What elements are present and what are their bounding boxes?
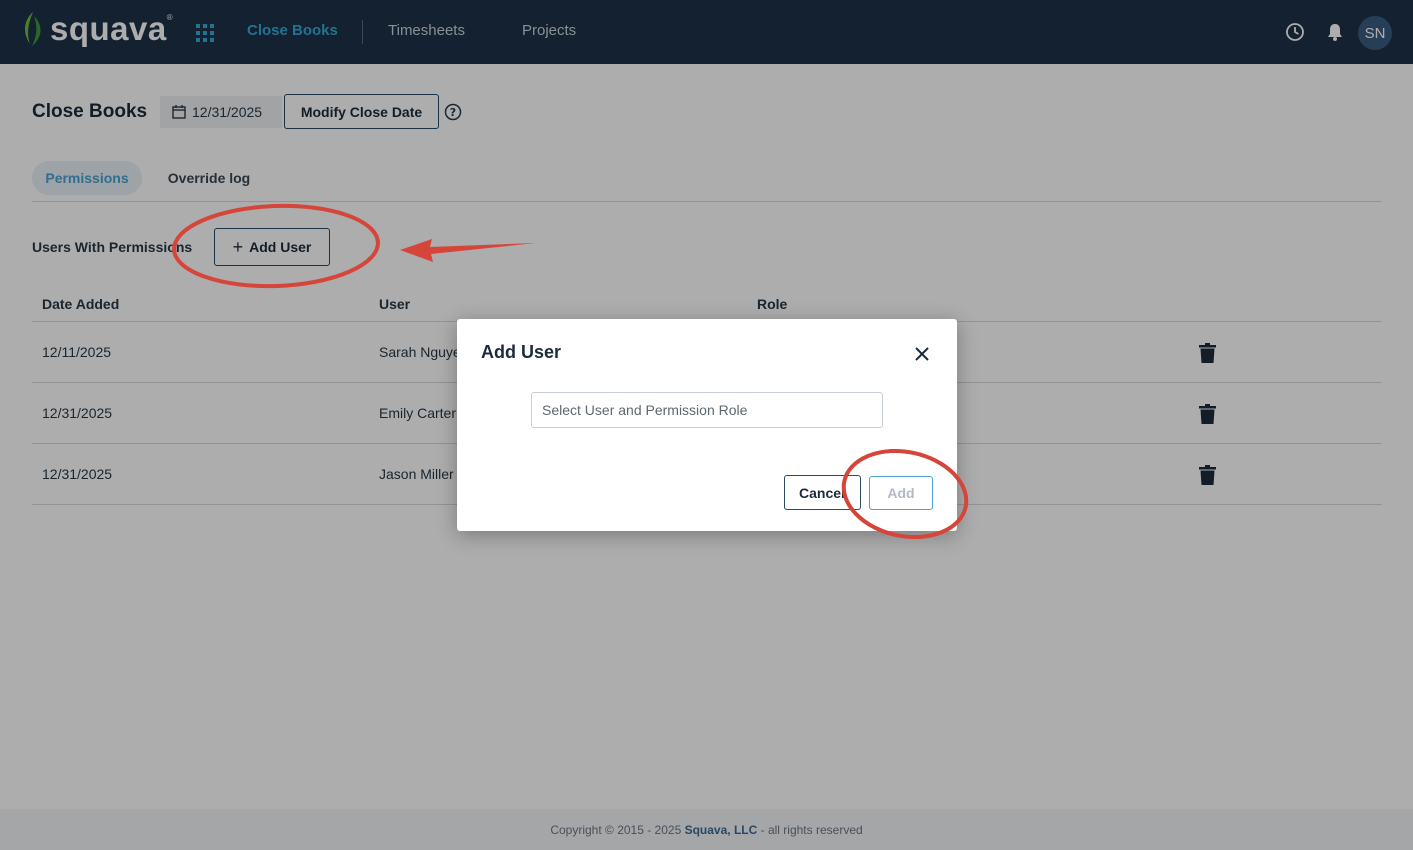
add-user-dialog: Add User Cancel Add xyxy=(457,319,957,531)
user-role-select-input[interactable] xyxy=(531,392,883,428)
add-button[interactable]: Add xyxy=(869,476,933,510)
dialog-title: Add User xyxy=(481,342,562,362)
close-icon[interactable] xyxy=(913,345,931,363)
cancel-button[interactable]: Cancel xyxy=(784,475,861,510)
